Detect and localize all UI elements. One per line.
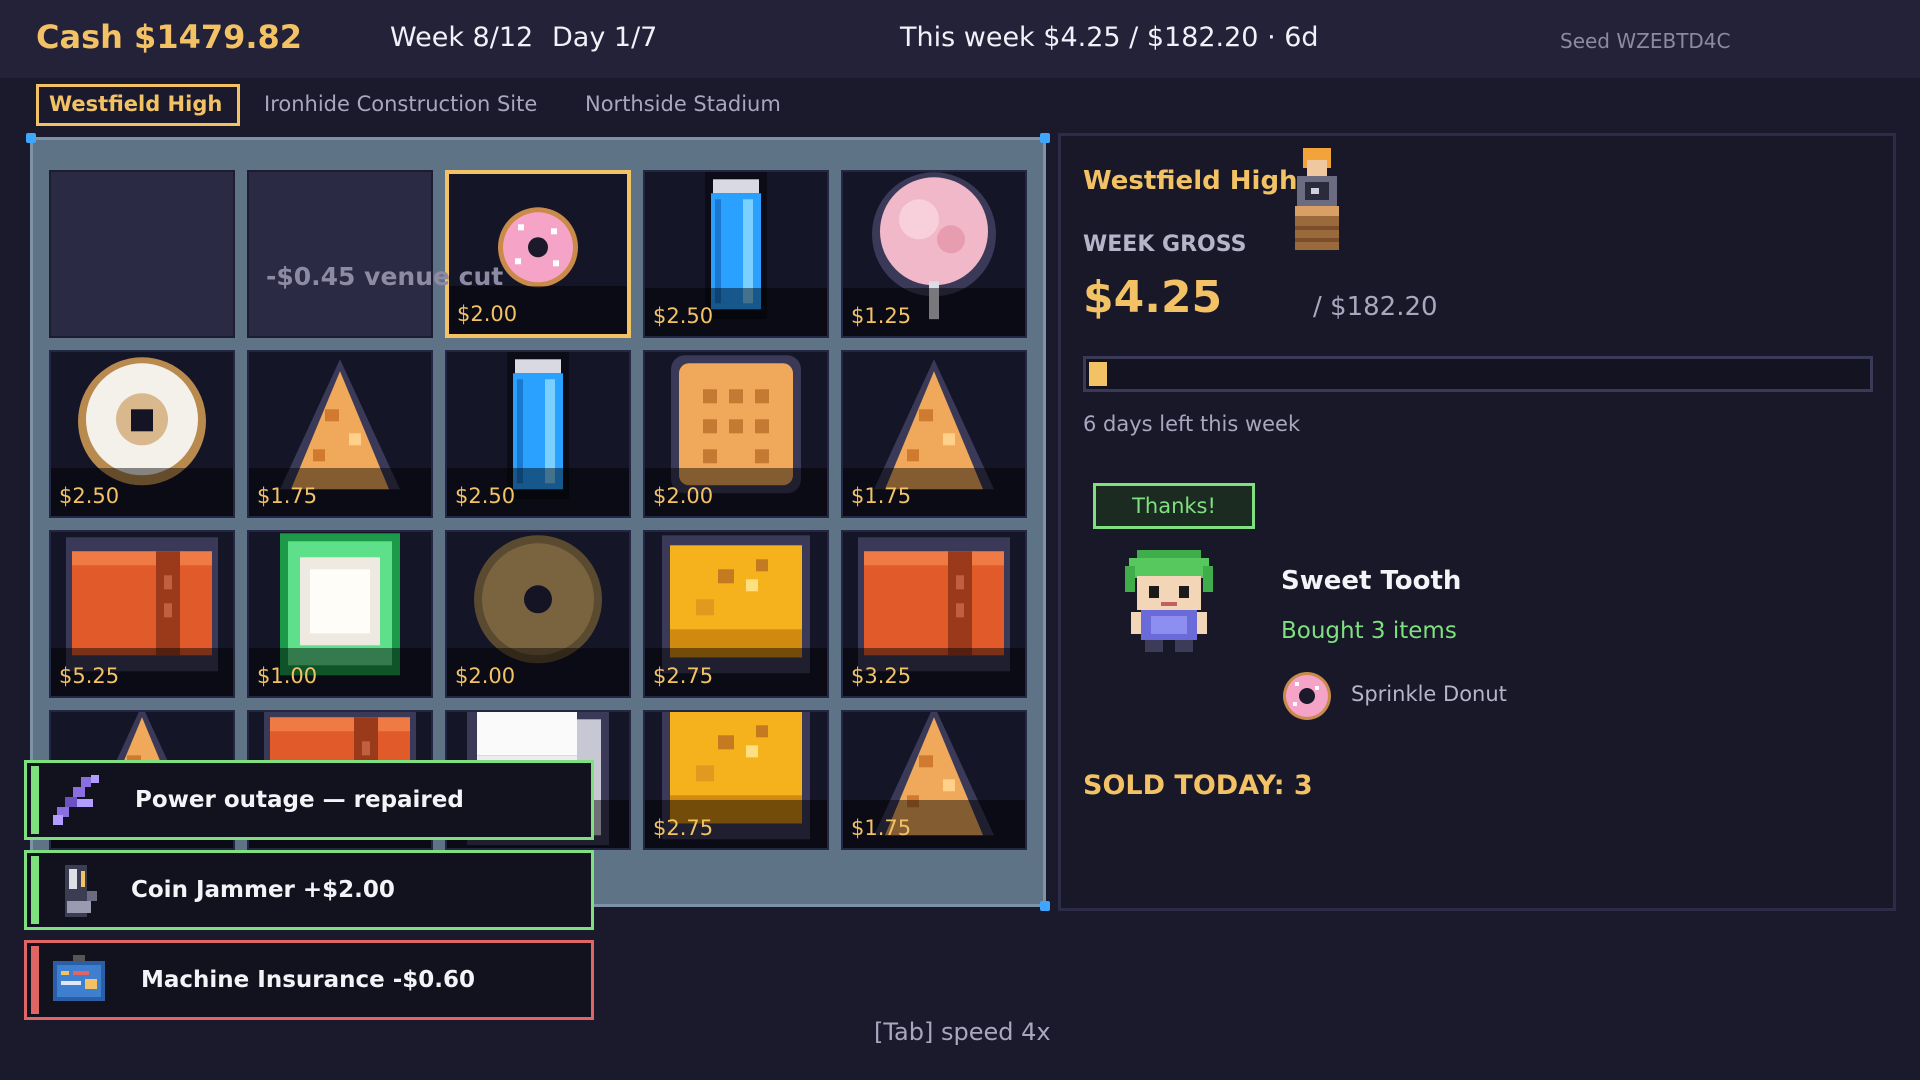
vending-slot[interactable]: $2.50 [49, 350, 235, 518]
vendor-avatar [1291, 142, 1343, 258]
days-left-text: 6 days left this week [1083, 412, 1301, 436]
event-label: Coin Jammer +$2.00 [131, 877, 395, 903]
coin-jammer-icon [47, 861, 111, 921]
vending-slot[interactable]: $2.00 [445, 530, 631, 698]
resize-handle[interactable] [26, 133, 36, 143]
vending-slot[interactable]: $1.25 [841, 170, 1027, 338]
slot-price: $1.00 [257, 664, 318, 688]
customer-avatar [1121, 546, 1217, 660]
seed-label: Seed WZEBTD4C [1560, 29, 1731, 53]
insurance-card-icon [47, 951, 111, 1011]
vending-slot[interactable]: $3.25 [841, 530, 1027, 698]
slot-price: $2.50 [455, 484, 516, 508]
slot-price: $5.25 [59, 664, 120, 688]
slot-price: $2.00 [455, 664, 516, 688]
vending-slot[interactable]: $2.75 [643, 710, 829, 850]
venue-info-panel: Westfield High WEEK GROSS $4.25 / $182.2… [1058, 133, 1896, 911]
vending-slot[interactable]: $5.25 [49, 530, 235, 698]
slot-price: $1.75 [851, 816, 912, 840]
sold-today-counter: SOLD TODAY: 3 [1083, 770, 1313, 801]
slot-price: $2.75 [653, 816, 714, 840]
slot-price: $2.75 [653, 664, 714, 688]
customer-purchase-count: Bought 3 items [1281, 618, 1457, 644]
resize-handle[interactable] [1040, 133, 1050, 143]
vending-slot[interactable]: $1.00 [247, 530, 433, 698]
event-card-coin-jammer: Coin Jammer +$2.00 [24, 850, 594, 930]
week-progress-fill [1089, 362, 1108, 386]
slot-price: $2.00 [457, 302, 518, 326]
weekly-progress-text: This week $4.25 / $182.20 · 6d [900, 22, 1319, 53]
vending-slot[interactable]: $2.50 [643, 170, 829, 338]
week-gross-value: $4.25 [1083, 272, 1223, 323]
day-counter: Day 1/7 [552, 22, 658, 53]
event-accent-bar [31, 766, 39, 834]
sprinkle-donut-icon [493, 202, 583, 296]
event-label: Machine Insurance -$0.60 [141, 967, 476, 993]
event-accent-bar [31, 946, 39, 1014]
vending-slot[interactable]: $1.75 [247, 350, 433, 518]
slot-price: $1.75 [257, 484, 318, 508]
vending-slot[interactable]: $2.75 [643, 530, 829, 698]
vending-slot[interactable]: $1.75 [841, 350, 1027, 518]
wrench-icon [47, 771, 111, 831]
slot-price: $1.75 [851, 484, 912, 508]
week-counter: Week 8/12 [390, 22, 534, 53]
slot-price: $2.50 [653, 304, 714, 328]
vending-slot[interactable]: $2.00 [643, 350, 829, 518]
sprinkle-donut-icon [1281, 670, 1333, 726]
slot-price: $1.25 [851, 304, 912, 328]
event-label: Power outage — repaired [135, 787, 464, 813]
event-accent-bar [31, 856, 39, 924]
thanks-bubble: Thanks! [1093, 483, 1255, 529]
venue-cut-popup: -$0.45 venue cut [266, 262, 504, 291]
event-card-power-outage: Power outage — repaired [24, 760, 594, 840]
slot-price: $3.25 [851, 664, 912, 688]
customer-name: Sweet Tooth [1281, 566, 1462, 596]
empty-slot[interactable] [49, 170, 235, 338]
slot-price: $2.00 [653, 484, 714, 508]
cash-display: Cash $1479.82 [36, 18, 303, 56]
resize-handle[interactable] [1040, 901, 1050, 911]
tab-ironhide-construction-site[interactable]: Ironhide Construction Site [264, 84, 537, 126]
vending-slot[interactable]: $2.00 [445, 170, 631, 338]
week-gross-label: WEEK GROSS [1083, 232, 1247, 257]
speed-hint: [Tab] speed 4x [874, 1018, 1051, 1046]
empty-slot[interactable] [247, 170, 433, 338]
top-bar: Cash $1479.82 Week 8/12 Day 1/7 This wee… [0, 0, 1920, 78]
tab-westfield-high[interactable]: Westfield High [36, 84, 240, 126]
tab-northside-stadium[interactable]: Northside Stadium [585, 84, 781, 126]
vending-slot[interactable]: $1.75 [841, 710, 1027, 850]
event-card-machine-insurance: Machine Insurance -$0.60 [24, 940, 594, 1020]
week-target: / $182.20 [1313, 292, 1438, 322]
week-progress-bar [1083, 356, 1873, 392]
panel-venue-name: Westfield High [1083, 166, 1298, 196]
vending-slot[interactable]: $2.50 [445, 350, 631, 518]
purchased-item-name: Sprinkle Donut [1351, 682, 1507, 706]
slot-price: $2.50 [59, 484, 120, 508]
